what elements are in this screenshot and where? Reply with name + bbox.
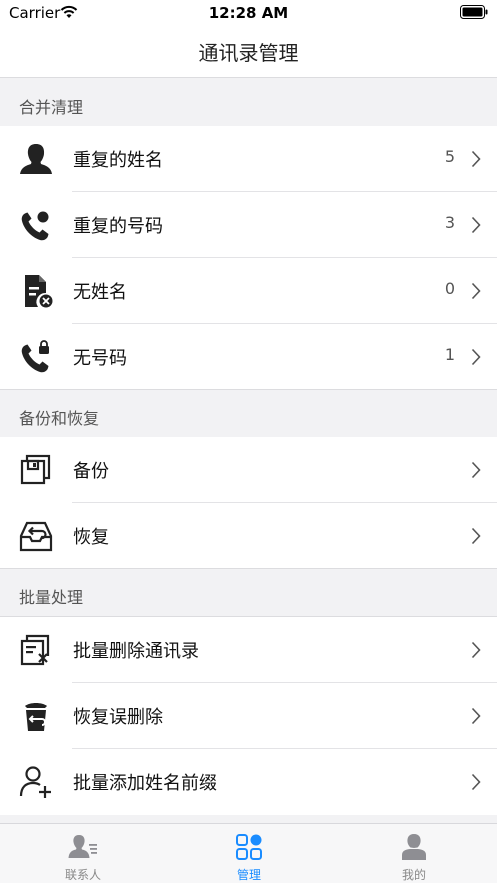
row-label: 恢复误删除 <box>73 707 163 728</box>
section-header-backup-restore: 备份和恢复 <box>0 390 497 438</box>
phone-duplicate-icon <box>21 211 49 241</box>
chevron-right-icon <box>471 773 481 791</box>
count-badge: 3 <box>444 213 455 232</box>
chevron-right-icon <box>471 641 481 659</box>
row-label: 无姓名 <box>73 282 127 303</box>
chevron-right-icon <box>471 527 481 545</box>
chevron-right-icon <box>471 461 481 479</box>
row-restore[interactable]: 恢复 <box>0 503 497 569</box>
row-batch-add-prefix[interactable]: 批量添加姓名前缀 <box>0 749 497 815</box>
row-label: 重复的姓名 <box>73 150 163 171</box>
row-label: 重复的号码 <box>73 216 163 237</box>
row-backup[interactable]: 备份 <box>0 437 497 503</box>
tab-label: 我的 <box>401 868 426 882</box>
section-title: 备份和恢复 <box>19 409 100 428</box>
status-bar: Carrier 12:28 AM <box>0 0 497 28</box>
tab-label: 管理 <box>236 868 261 882</box>
count-badge: 0 <box>444 279 455 298</box>
batch-delete-icon <box>20 634 50 666</box>
row-label: 批量添加姓名前缀 <box>73 773 217 794</box>
grid-icon <box>236 834 262 860</box>
chevron-right-icon <box>471 150 481 168</box>
row-duplicate-numbers[interactable]: 重复的号码 3 <box>0 192 497 258</box>
restore-icon <box>19 521 53 552</box>
chevron-right-icon <box>471 282 481 300</box>
contacts-icon <box>68 835 97 858</box>
trash-restore-icon <box>25 703 47 731</box>
count-badge: 5 <box>444 147 455 166</box>
section-title: 批量处理 <box>19 588 84 607</box>
row-batch-delete[interactable]: 批量删除通讯录 <box>0 617 497 683</box>
tab-label: 联系人 <box>64 868 101 882</box>
phone-lock-icon <box>21 340 49 373</box>
add-person-icon <box>19 766 51 798</box>
document-remove-icon <box>25 275 53 308</box>
row-label: 批量删除通讯录 <box>73 641 199 662</box>
row-no-name[interactable]: 无姓名 0 <box>0 258 497 324</box>
row-restore-deleted[interactable]: 恢复误删除 <box>0 683 497 749</box>
tab-contacts[interactable]: 联系人 <box>0 824 166 883</box>
tab-bar: 联系人 管理 我的 <box>0 823 497 883</box>
section-title: 合并清理 <box>19 98 84 117</box>
section-header-merge-cleanup: 合并清理 <box>0 79 497 127</box>
backup-icon <box>20 454 51 485</box>
battery-icon <box>460 5 488 19</box>
tab-profile[interactable]: 我的 <box>331 824 497 883</box>
row-no-number[interactable]: 无号码 1 <box>0 324 497 390</box>
row-label: 恢复 <box>73 527 109 548</box>
chevron-right-icon <box>471 348 481 366</box>
clock: 12:28 AM <box>208 4 289 22</box>
page-title: 通讯录管理 <box>198 41 299 65</box>
navigation-bar: 通讯录管理 <box>0 28 497 78</box>
section-header-batch: 批量处理 <box>0 569 497 617</box>
row-label: 备份 <box>73 461 109 482</box>
row-duplicate-names[interactable]: 重复的姓名 5 <box>0 126 497 192</box>
person-icon <box>20 144 52 174</box>
row-label: 无号码 <box>73 348 127 369</box>
chevron-right-icon <box>471 216 481 234</box>
profile-icon <box>402 834 426 860</box>
tab-manage[interactable]: 管理 <box>166 824 332 883</box>
count-badge: 1 <box>444 345 455 364</box>
chevron-right-icon <box>471 707 481 725</box>
